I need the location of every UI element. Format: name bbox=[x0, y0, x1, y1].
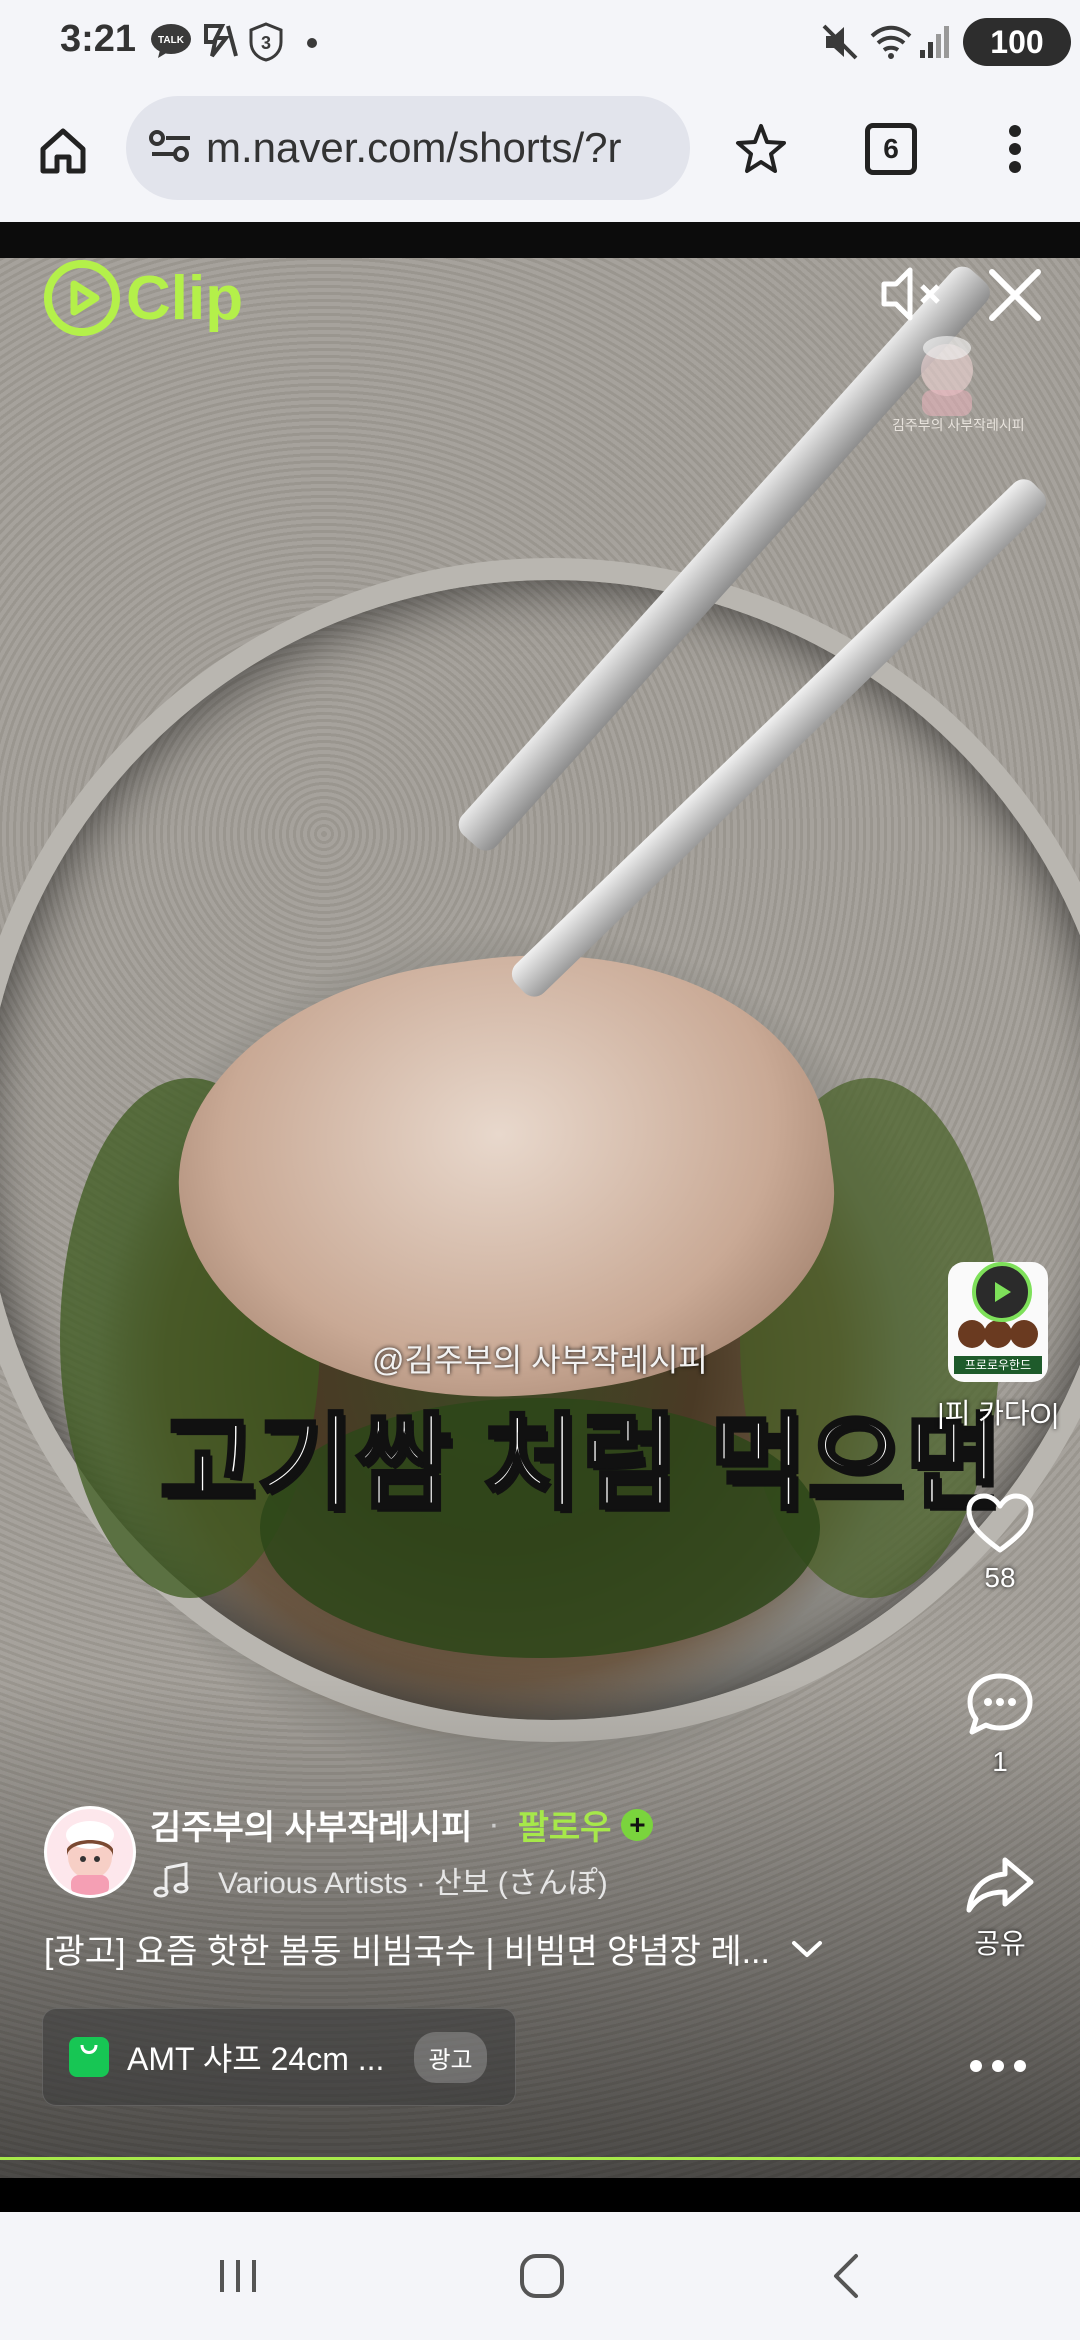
home-nav-button[interactable] bbox=[518, 2252, 566, 2305]
ad-thumb-item bbox=[984, 1320, 1012, 1348]
video-credit-overlay: @김주부의 사부작레시피 bbox=[372, 1342, 708, 1378]
mute-button[interactable] bbox=[878, 262, 948, 331]
more-options-button[interactable] bbox=[968, 2056, 1028, 2081]
status-bar: 3:21 TALK 3 100 bbox=[0, 0, 1080, 82]
shield-icon: 3 bbox=[248, 22, 284, 67]
back-chevron-icon bbox=[834, 2254, 858, 2298]
clip-logo-text: Clip bbox=[126, 263, 244, 333]
close-button[interactable] bbox=[988, 268, 1042, 327]
address-bar[interactable]: m.naver.com/shorts/?r bbox=[126, 96, 690, 200]
music-row[interactable]: Various Artists · 산보 (さんぽ) bbox=[152, 1858, 608, 1902]
product-name: AMT 샤프 24cm ... bbox=[127, 2041, 385, 2077]
comment-count: 1 bbox=[992, 1746, 1008, 1777]
ad-badge: 광고 bbox=[414, 2031, 487, 2083]
home-button[interactable] bbox=[30, 118, 96, 184]
ad-thumb-label: 프로로우한드 bbox=[954, 1356, 1042, 1374]
ad-channel-name[interactable]: |피 카다O| bbox=[928, 1392, 1068, 1432]
like-count: 58 bbox=[984, 1562, 1016, 1593]
ad-play-badge bbox=[972, 1262, 1032, 1322]
clip-logo: Clip bbox=[42, 258, 243, 338]
video-title-row[interactable]: [광고] 요즘 핫한 봄동 비빔국수 | 비빔면 양념장 레... bbox=[44, 1924, 824, 1973]
status-time: 3:21 bbox=[60, 18, 137, 60]
signal-icon bbox=[918, 22, 954, 67]
comment-button[interactable]: 1 bbox=[960, 1672, 1040, 1778]
volume-muted-icon bbox=[881, 267, 940, 321]
video-progress-bar[interactable] bbox=[0, 2157, 1080, 2160]
channel-name[interactable]: 김주부의 사부작레시피 bbox=[150, 1800, 472, 1849]
comment-icon bbox=[967, 1673, 1033, 1735]
more-vertical-icon bbox=[1009, 125, 1021, 173]
like-button[interactable]: 58 bbox=[960, 1492, 1040, 1594]
ad-thumb-item bbox=[1010, 1320, 1038, 1348]
watermark-text: 김주부의 사부작레시피 bbox=[892, 417, 1025, 433]
back-button[interactable] bbox=[826, 2252, 866, 2305]
recent-apps-button[interactable] bbox=[216, 2254, 260, 2303]
ad-thumb-item bbox=[958, 1320, 986, 1348]
music-note-icon bbox=[153, 1862, 189, 1898]
share-icon bbox=[966, 1857, 1034, 1913]
battery-indicator: 100 bbox=[963, 18, 1071, 66]
video-top-gap bbox=[0, 222, 1080, 258]
follow-button[interactable]: 팔로우 bbox=[518, 1800, 612, 1849]
tab-switcher-button[interactable]: 6 bbox=[858, 116, 924, 182]
svg-text:TALK: TALK bbox=[158, 35, 185, 46]
play-icon bbox=[995, 1282, 1011, 1302]
home-circle-icon bbox=[520, 2254, 564, 2298]
bookmark-button[interactable] bbox=[728, 116, 794, 182]
system-nav-bar bbox=[0, 2212, 1080, 2340]
video-caption: 고기쌈 처럼 먹으면 bbox=[158, 1404, 1004, 1524]
mute-status-icon bbox=[820, 22, 860, 67]
share-label: 공유 bbox=[974, 1928, 1026, 1959]
separator-dot: · bbox=[488, 1805, 500, 1843]
star-icon bbox=[736, 124, 786, 173]
channel-avatar[interactable] bbox=[44, 1806, 136, 1898]
recent-apps-icon bbox=[220, 2260, 256, 2292]
shopping-bag-icon bbox=[69, 2037, 109, 2077]
channel-row: 김주부의 사부작레시피 · 팔로우 + bbox=[150, 1800, 654, 1849]
notification-dot-icon bbox=[306, 36, 318, 54]
product-chip[interactable]: AMT 샤프 24cm ... 광고 bbox=[42, 2008, 516, 2106]
share-button[interactable]: 공유 bbox=[956, 1854, 1044, 1962]
home-icon bbox=[40, 128, 86, 174]
heart-icon bbox=[966, 1493, 1034, 1553]
music-info: Various Artists · 산보 (さんぽ) bbox=[218, 1867, 608, 1900]
no-flash-icon bbox=[202, 22, 238, 65]
talk-icon: TALK bbox=[150, 22, 192, 65]
tab-count: 6 bbox=[865, 123, 917, 175]
close-icon bbox=[989, 269, 1041, 321]
more-horizontal-icon bbox=[970, 2060, 1026, 2072]
site-settings-icon[interactable] bbox=[148, 126, 194, 171]
plus-icon[interactable]: + bbox=[621, 1808, 654, 1841]
wifi-icon bbox=[868, 22, 914, 67]
browser-menu-button[interactable] bbox=[990, 116, 1040, 182]
clip-play-icon bbox=[44, 260, 120, 336]
browser-toolbar: m.naver.com/shorts/?r 6 bbox=[0, 82, 1080, 222]
svg-text:3: 3 bbox=[261, 33, 271, 53]
chevron-down-icon[interactable] bbox=[790, 1937, 824, 1961]
video-title: [광고] 요즘 핫한 봄동 비빔국수 | 비빔면 양념장 레... bbox=[44, 1933, 770, 1971]
url-text: m.naver.com/shorts/?r bbox=[206, 124, 622, 171]
